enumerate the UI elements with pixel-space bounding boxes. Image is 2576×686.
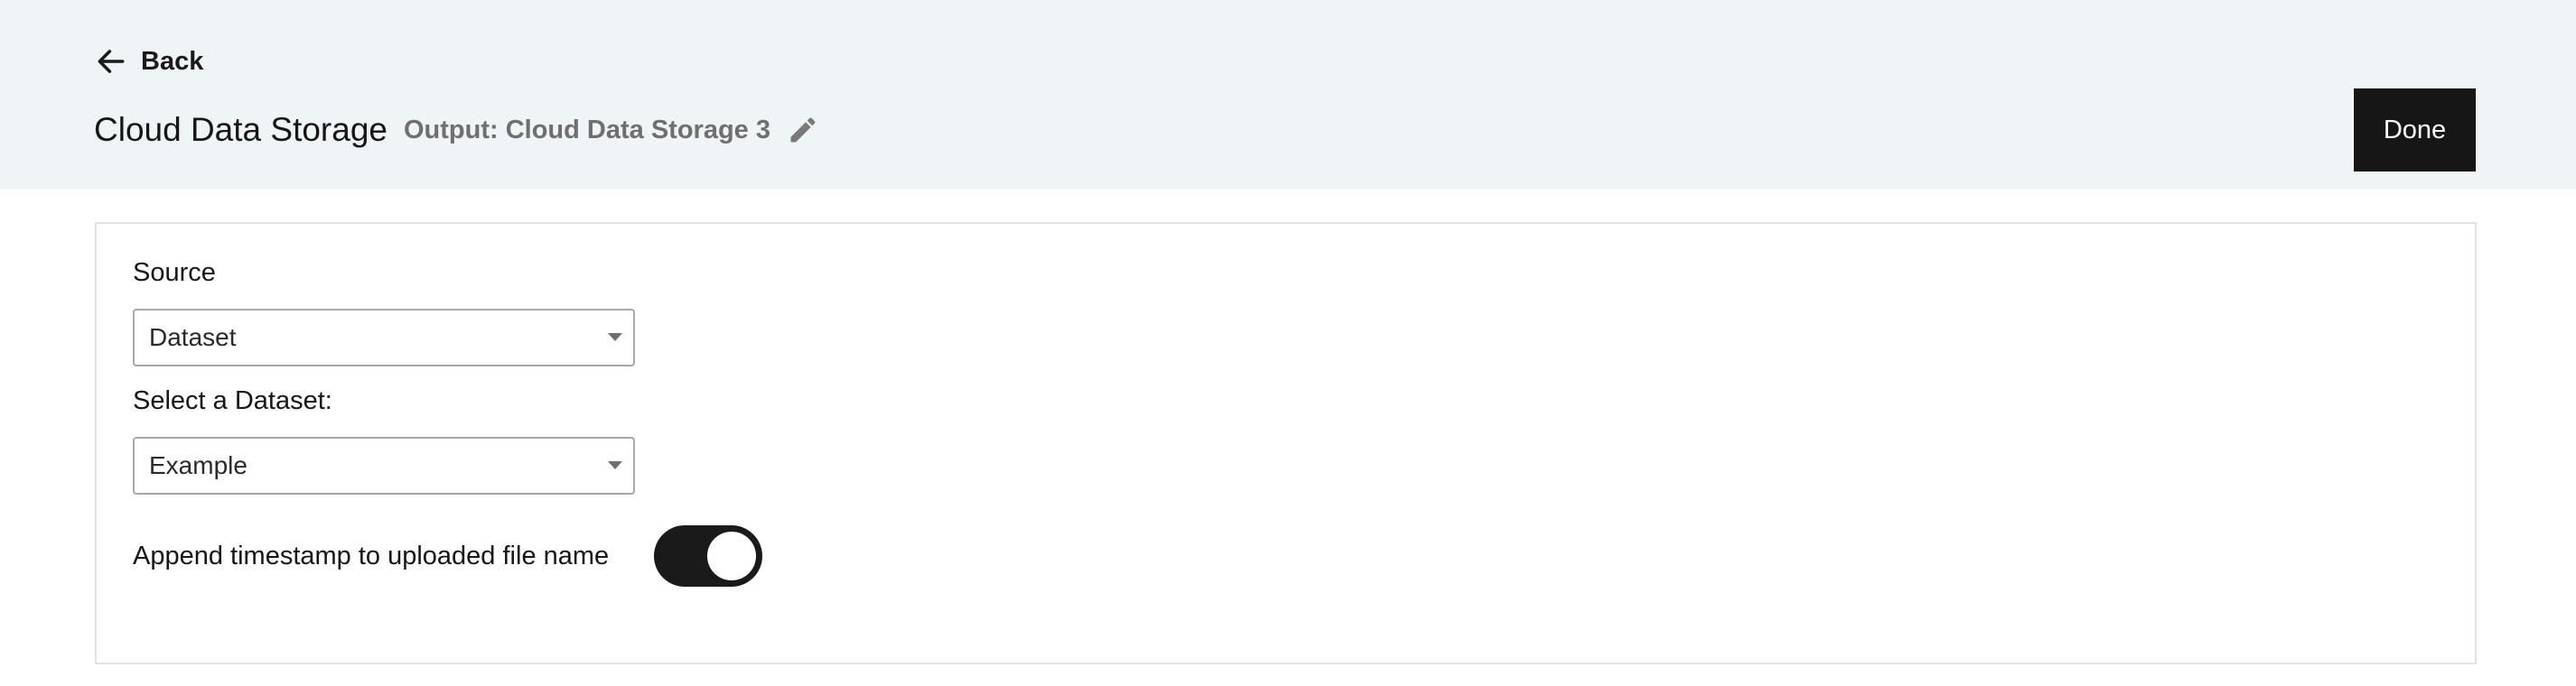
back-link[interactable]: Back xyxy=(94,40,203,83)
dataset-label: Select a Dataset: xyxy=(133,386,332,415)
arrow-left-icon xyxy=(94,44,128,79)
dataset-select[interactable]: Example xyxy=(133,437,635,495)
append-timestamp-toggle[interactable] xyxy=(654,525,762,587)
toggle-knob xyxy=(707,532,756,580)
append-timestamp-label: Append timestamp to uploaded file name xyxy=(133,542,610,570)
caret-down-icon xyxy=(608,461,622,469)
output-name-label: Output: Cloud Data Storage 3 xyxy=(403,115,770,144)
dataset-select-value: Example xyxy=(149,451,247,479)
page-header: Back Cloud Data Storage Output: Cloud Da… xyxy=(0,0,2576,190)
source-select-value: Dataset xyxy=(149,323,237,351)
title-row: Cloud Data Storage Output: Cloud Data St… xyxy=(94,107,819,153)
caret-down-icon xyxy=(608,333,622,341)
source-label: Source xyxy=(133,258,216,287)
pencil-icon[interactable] xyxy=(787,114,819,146)
settings-panel: Source Dataset Select a Dataset: Example… xyxy=(95,222,2477,664)
source-select[interactable]: Dataset xyxy=(133,309,635,366)
page-title: Cloud Data Storage xyxy=(94,111,387,148)
back-label: Back xyxy=(141,46,204,76)
done-button[interactable]: Done xyxy=(2354,88,2476,172)
